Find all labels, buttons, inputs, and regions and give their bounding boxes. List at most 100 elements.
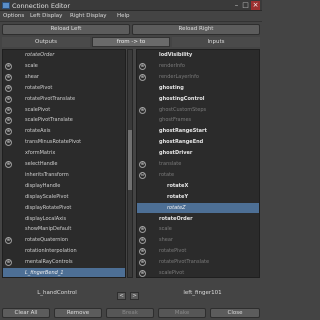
expand-icon[interactable]: ⊕ xyxy=(139,226,146,234)
attribute-row[interactable]: ⊕ rotateQuaternion xyxy=(3,235,125,246)
attribute-row[interactable]: ⊕ scale xyxy=(137,224,259,235)
attribute-row[interactable]: ⊕ shear xyxy=(3,72,125,83)
attribute-row[interactable]: lodVisibility xyxy=(137,50,259,61)
expand-icon[interactable]: ⊕ xyxy=(139,248,146,256)
left-scrollbar[interactable] xyxy=(127,49,133,278)
attribute-label: scalePivot xyxy=(25,106,51,113)
attribute-row[interactable]: ⊕ rotatePivotTranslate xyxy=(3,94,125,105)
attribute-row[interactable]: ⊕ scalePivot xyxy=(137,268,259,277)
inputs-attribute-list[interactable]: lodVisibility ⊕ renderInfo ⊕ renderLayerInfo… xyxy=(136,49,260,278)
attribute-row[interactable]: rotateZ xyxy=(137,202,259,214)
attribute-row[interactable]: ⊕ rotatePivotTranslate xyxy=(137,257,259,268)
attribute-row[interactable]: ⊕ renderLayerInfo xyxy=(137,72,259,83)
attribute-row[interactable]: ⊕ selectHandle xyxy=(3,159,125,170)
attribute-label: scale xyxy=(25,62,38,69)
attribute-row[interactable]: ghostDriver xyxy=(137,148,259,159)
attribute-row[interactable]: ⊕ scale xyxy=(3,61,125,72)
attribute-row[interactable]: ⊕ rotateAxis xyxy=(3,126,125,137)
expand-icon[interactable]: ⊕ xyxy=(5,128,12,136)
attribute-row[interactable]: ⊕ scalePivot xyxy=(3,105,125,116)
previous-node-button[interactable]: < xyxy=(117,292,126,300)
remove-button[interactable]: Remove xyxy=(54,308,102,318)
expand-icon[interactable]: ⊕ xyxy=(139,73,146,81)
attribute-row[interactable]: xformMatrix xyxy=(3,148,125,159)
attribute-row[interactable]: showManipDefault xyxy=(3,224,125,235)
expand-icon[interactable]: ⊕ xyxy=(5,62,12,70)
attribute-row[interactable]: rotateOrder xyxy=(3,50,125,61)
close-button[interactable]: Close xyxy=(210,308,260,318)
attribute-row[interactable]: displayScalePivot xyxy=(3,192,125,203)
reload-left-button[interactable]: Reload Left xyxy=(2,24,130,35)
attribute-row[interactable]: displayRotatePivot xyxy=(3,203,125,214)
attribute-row[interactable]: displayLocalAxis xyxy=(3,214,125,225)
left-scroll-thumb[interactable] xyxy=(128,130,132,190)
attribute-label: renderLayerInfo xyxy=(159,73,199,80)
attribute-label: rotateX xyxy=(167,182,189,189)
expand-icon[interactable]: ⊕ xyxy=(139,161,146,168)
maximize-icon[interactable]: □ xyxy=(241,1,250,10)
next-node-button[interactable]: > xyxy=(130,292,139,300)
expand-icon[interactable]: ⊕ xyxy=(5,237,12,245)
expand-icon[interactable]: ⊕ xyxy=(139,237,146,245)
attribute-label: renderInfo xyxy=(159,62,185,69)
expand-icon[interactable]: ⊕ xyxy=(5,161,12,168)
expand-icon[interactable]: ⊕ xyxy=(5,117,12,125)
expand-icon[interactable]: ⊕ xyxy=(139,106,146,114)
attribute-row[interactable]: ghostRangeEnd xyxy=(137,137,259,148)
attribute-label: ghostFrames xyxy=(159,117,192,124)
minimize-icon[interactable]: – xyxy=(232,1,241,10)
attribute-row[interactable]: rotateX xyxy=(137,181,259,192)
attribute-label: rotateY xyxy=(167,193,189,200)
expand-icon[interactable]: ⊕ xyxy=(5,73,12,81)
attribute-label: shear xyxy=(25,73,39,80)
attribute-row[interactable]: ⊕ shear xyxy=(137,235,259,246)
attribute-row[interactable]: ⊕ scalePivotTranslate xyxy=(3,115,125,126)
expand-icon[interactable]: ⊕ xyxy=(139,62,146,70)
attribute-label: rotateOrder xyxy=(25,52,55,58)
collapse-icon[interactable]: ⊖ xyxy=(139,171,146,179)
attribute-row[interactable]: ⊕ rotatePivot xyxy=(137,246,259,257)
expand-icon[interactable]: ⊕ xyxy=(139,270,146,277)
expand-icon[interactable]: ⊕ xyxy=(139,259,146,267)
attribute-row[interactable]: ⊕ mentalRayControls xyxy=(3,257,125,268)
attribute-label: ghostRangeEnd xyxy=(159,139,204,146)
clear-all-button[interactable]: Clear All xyxy=(2,308,50,318)
attribute-label: ghostRangeStart xyxy=(159,128,207,135)
expand-icon[interactable]: ⊕ xyxy=(5,259,12,267)
make-button[interactable]: Make xyxy=(158,308,206,318)
attribute-label: lodVisibility xyxy=(159,52,193,58)
attribute-row[interactable]: ⊕ transMinusRotatePivot xyxy=(3,137,125,148)
attribute-row[interactable]: inheritsTransform xyxy=(3,170,125,181)
expand-icon[interactable]: ⊕ xyxy=(5,106,12,114)
break-button[interactable]: Break xyxy=(106,308,154,318)
attribute-row[interactable]: ghostFrames xyxy=(137,115,259,126)
menu-options[interactable]: Options xyxy=(3,13,24,19)
close-icon[interactable]: × xyxy=(251,1,260,10)
attribute-row[interactable]: L_fingerBend_1 xyxy=(3,268,125,277)
expand-icon[interactable]: ⊕ xyxy=(5,139,12,147)
attribute-row[interactable]: ⊖ rotate xyxy=(137,170,259,181)
attribute-row[interactable]: ghostingControl xyxy=(137,94,259,105)
outputs-header: Outputs xyxy=(2,37,90,47)
menu-help[interactable]: Help xyxy=(117,13,130,19)
attribute-label: shear xyxy=(159,237,173,244)
right-node-name: left_finger101 xyxy=(183,290,222,296)
outputs-attribute-list[interactable]: rotateOrder ⊕ scale ⊕ shear ⊕ rotatePivot ⊕ rota… xyxy=(2,49,126,278)
direction-toggle-button[interactable]: from -> to xyxy=(92,37,170,47)
attribute-row[interactable]: ⊕ rotatePivot xyxy=(3,83,125,94)
reload-right-button[interactable]: Reload Right xyxy=(132,24,260,35)
attribute-row[interactable]: rotationInterpolation xyxy=(3,246,125,257)
attribute-row[interactable]: ⊕ translate xyxy=(137,159,259,170)
attribute-label: selectHandle xyxy=(25,161,58,167)
attribute-row[interactable]: displayHandle xyxy=(3,181,125,192)
attribute-row[interactable]: rotateY xyxy=(137,192,259,203)
attribute-row[interactable]: ghostRangeStart xyxy=(137,126,259,137)
attribute-row[interactable]: rotateOrder xyxy=(137,214,259,225)
menu-left-display[interactable]: Left Display xyxy=(30,13,62,19)
expand-icon[interactable]: ⊕ xyxy=(5,84,12,92)
expand-icon[interactable]: ⊕ xyxy=(5,95,12,103)
menu-right-display[interactable]: Right Display xyxy=(70,13,107,19)
attribute-row[interactable]: ⊕ ghostCustomSteps xyxy=(137,105,259,116)
attribute-row[interactable]: ghosting xyxy=(137,83,259,94)
attribute-row[interactable]: ⊕ renderInfo xyxy=(137,61,259,72)
